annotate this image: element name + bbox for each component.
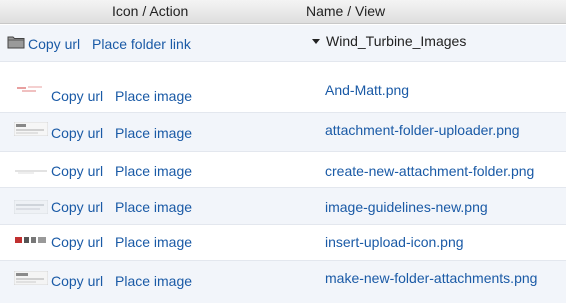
table-header: Icon / Action Name / View — [0, 0, 566, 24]
thumbnail-image[interactable] — [14, 271, 48, 285]
copy-url-link[interactable]: Copy url — [51, 163, 103, 179]
file-row: Copy url Place image insert-upload-icon.… — [0, 225, 566, 261]
place-image-link[interactable]: Place image — [115, 88, 192, 104]
copy-url-link[interactable]: Copy url — [51, 199, 103, 215]
file-name-link[interactable]: image-guidelines-new.png — [325, 199, 488, 215]
folder-row: Copy url Place folder link Wind_Turbine_… — [0, 25, 566, 62]
thumbnail-image[interactable] — [14, 122, 48, 136]
copy-url-link[interactable]: Copy url — [51, 88, 103, 104]
copy-url-link[interactable]: Copy url — [28, 36, 80, 52]
caret-down-icon[interactable] — [312, 39, 320, 44]
place-image-link[interactable]: Place image — [115, 234, 192, 250]
place-image-link[interactable]: Place image — [115, 199, 192, 215]
place-image-link[interactable]: Place image — [115, 125, 192, 141]
thumbnail-image[interactable] — [14, 164, 48, 178]
header-action-column: Icon / Action — [112, 3, 189, 19]
copy-url-link[interactable]: Copy url — [51, 273, 103, 289]
thumbnail-image[interactable] — [14, 234, 48, 248]
file-name-link[interactable]: And-Matt.png — [325, 82, 409, 98]
folder-name[interactable]: Wind_Turbine_Images — [326, 33, 466, 49]
file-name-link[interactable]: insert-upload-icon.png — [325, 234, 464, 250]
place-image-link[interactable]: Place image — [115, 273, 192, 289]
file-row: Copy url Place image attachment-folder-u… — [0, 113, 566, 152]
copy-url-link[interactable]: Copy url — [51, 234, 103, 250]
thumbnail-image[interactable] — [14, 200, 48, 214]
file-row: Copy url Place image image-guidelines-ne… — [0, 188, 566, 225]
place-folder-link[interactable]: Place folder link — [92, 36, 191, 52]
file-row: Copy url Place image create-new-attachme… — [0, 152, 566, 188]
copy-url-link[interactable]: Copy url — [51, 125, 103, 141]
place-image-link[interactable]: Place image — [115, 163, 192, 179]
file-row: Copy url Place image And-Matt.png — [0, 62, 566, 113]
file-name-link[interactable]: make-new-folder-attachments.png — [325, 270, 537, 286]
thumbnail-image[interactable] — [14, 82, 48, 96]
folder-icon — [7, 36, 25, 49]
file-name-link[interactable]: create-new-attachment-folder.png — [325, 163, 534, 179]
file-row: Copy url Place image make-new-folder-att… — [0, 261, 566, 303]
header-name-column: Name / View — [306, 3, 386, 19]
file-name-link[interactable]: attachment-folder-uploader.png — [325, 122, 520, 138]
